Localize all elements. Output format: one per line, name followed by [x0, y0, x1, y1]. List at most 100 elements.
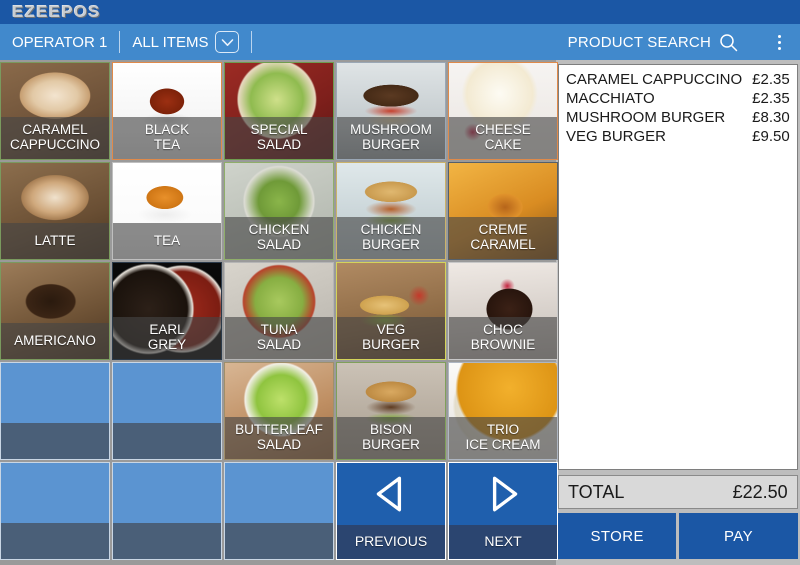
arrow-left-icon: [337, 463, 445, 525]
pos-application: EZEEPOS OPERATOR 1 ALL ITEMS PRODUCT SEA…: [0, 0, 800, 565]
tile-label-line2: GREY: [147, 337, 187, 352]
tile-label-line1: TEA: [153, 232, 181, 248]
tile-label: [113, 423, 221, 459]
product-tile-mushroom[interactable]: MUSHROOM BURGER: [336, 62, 446, 160]
product-tile-trio[interactable]: TRIO ICE CREAM: [448, 362, 558, 460]
search-icon[interactable]: [719, 33, 738, 52]
tile-label: TUNA SALAD: [225, 317, 333, 359]
tile-label-line2: SALAD: [256, 137, 302, 152]
product-tile-caramel[interactable]: CARAMEL CAPPUCCINO: [0, 62, 110, 160]
tile-label-line2: BURGER: [362, 437, 420, 452]
tile-label: CHICKEN SALAD: [225, 217, 333, 259]
tile-label-line1: VEG: [376, 322, 406, 337]
chevron-down-icon[interactable]: [215, 31, 240, 53]
pay-button[interactable]: PAY: [679, 513, 798, 559]
tile-label-line1: TRIO: [486, 422, 520, 437]
tile-label-line1: CHEESE: [475, 122, 531, 137]
operator-selector[interactable]: OPERATOR 1: [0, 34, 119, 51]
app-logo: EZEEPOS: [12, 2, 101, 21]
tile-label-line1: AMERICANO: [14, 332, 96, 348]
empty-tile: [0, 462, 110, 560]
order-item-name: VEG BURGER: [566, 128, 667, 145]
tile-label-line2: ICE CREAM: [465, 437, 541, 452]
tile-label: LATTE: [1, 223, 109, 259]
empty-tile: [112, 362, 222, 460]
tile-label-line2: CAPPUCCINO: [9, 137, 100, 152]
empty-tile: [0, 362, 110, 460]
action-buttons: STORE PAY: [558, 513, 798, 559]
tile-label-line1: CHICKEN: [360, 222, 422, 237]
tile-label-line1: CREME: [478, 222, 528, 237]
tile-label-line2: CAKE: [484, 137, 522, 152]
tile-label: TEA: [113, 223, 221, 259]
receipt-panel: CARAMEL CAPPUCCINO £2.35 MACCHIATO £2.35 MUS…: [556, 60, 800, 565]
tile-label-line1: EARL: [149, 322, 185, 337]
total-label: TOTAL: [568, 481, 625, 502]
order-line-item[interactable]: MACCHIATO £2.35: [566, 89, 790, 108]
tile-label-line2: SALAD: [256, 237, 302, 252]
tile-label-line2: CARAMEL: [470, 237, 536, 252]
product-tile-black[interactable]: BLACK TEA: [112, 62, 222, 160]
next-page-button[interactable]: NEXT: [448, 462, 558, 560]
tile-label: AMERICANO: [1, 323, 109, 359]
product-tile-tuna[interactable]: TUNA SALAD: [224, 262, 334, 360]
product-tile-earl[interactable]: EARL GREY: [112, 262, 222, 360]
product-tile-latte[interactable]: LATTE: [0, 162, 110, 260]
tile-label-line2: SALAD: [256, 437, 302, 452]
tile-label: BUTTERLEAF SALAD: [225, 417, 333, 459]
toolbar-right-group: PRODUCT SEARCH: [556, 24, 800, 60]
order-line-item[interactable]: CARAMEL CAPPUCCINO £2.35: [566, 70, 790, 89]
tile-label: CHICKEN BURGER: [337, 217, 445, 259]
tile-label-line1: PREVIOUS: [354, 533, 428, 549]
category-selector[interactable]: ALL ITEMS: [120, 31, 251, 53]
tile-label: [225, 523, 333, 559]
tile-label: NEXT: [449, 525, 557, 559]
tile-label: [1, 423, 109, 459]
empty-tile: [112, 462, 222, 560]
product-tile-special[interactable]: SPECIAL SALAD: [224, 62, 334, 160]
tile-label: CHOC BROWNIE: [449, 317, 557, 359]
tile-label-line2: SALAD: [256, 337, 302, 352]
tile-label-line1: LATTE: [34, 232, 76, 248]
tile-label-line1: CHOC: [483, 322, 523, 337]
tile-label: BISON BURGER: [337, 417, 445, 459]
tile-label-line1: MUSHROOM: [350, 122, 432, 137]
order-item-price: £9.50: [752, 128, 790, 145]
product-search-label: PRODUCT SEARCH: [567, 33, 711, 51]
tile-label-line1: CARAMEL: [22, 122, 88, 137]
product-search-button[interactable]: PRODUCT SEARCH: [556, 33, 750, 52]
product-grid: CARAMEL CAPPUCCINO BLACK TEA SPECIAL SALAD MUS…: [0, 62, 558, 560]
product-tile-cheese[interactable]: CHEESE CAKE: [448, 62, 558, 160]
store-button[interactable]: STORE: [558, 513, 677, 559]
order-item-name: MACCHIATO: [566, 90, 655, 107]
order-line-item[interactable]: MUSHROOM BURGER £8.30: [566, 108, 790, 127]
order-item-price: £8.30: [752, 109, 790, 126]
tile-label: SPECIAL SALAD: [225, 117, 333, 159]
product-tile-tea[interactable]: TEA: [112, 162, 222, 260]
product-tile-americano[interactable]: AMERICANO: [0, 262, 110, 360]
main-body: CARAMEL CAPPUCCINO BLACK TEA SPECIAL SALAD MUS…: [0, 60, 800, 565]
tile-label: [113, 523, 221, 559]
tile-label-line1: CHICKEN: [248, 222, 310, 237]
product-tile-veg[interactable]: VEG BURGER: [336, 262, 446, 360]
tile-label-line2: TEA: [153, 137, 181, 152]
product-tile-bison[interactable]: BISON BURGER: [336, 362, 446, 460]
previous-page-button[interactable]: PREVIOUS: [336, 462, 446, 560]
tile-label-line2: BURGER: [362, 137, 420, 152]
tile-label-line2: BROWNIE: [470, 337, 536, 352]
tile-label: EARL GREY: [113, 317, 221, 359]
kebab-menu-icon[interactable]: [764, 34, 794, 50]
product-tile-choc[interactable]: CHOC BROWNIE: [448, 262, 558, 360]
product-tile-chicken[interactable]: CHICKEN SALAD: [224, 162, 334, 260]
category-label: ALL ITEMS: [132, 33, 209, 51]
order-line-item[interactable]: VEG BURGER £9.50: [566, 127, 790, 146]
order-item-list[interactable]: CARAMEL CAPPUCCINO £2.35 MACCHIATO £2.35 MUS…: [558, 64, 798, 470]
tile-label-line1: BLACK: [144, 122, 190, 137]
tile-label-line1: TUNA: [260, 322, 298, 337]
product-tile-butterleaf[interactable]: BUTTERLEAF SALAD: [224, 362, 334, 460]
product-tile-creme[interactable]: CREME CARAMEL: [448, 162, 558, 260]
tile-label-line2: BURGER: [362, 337, 420, 352]
arrow-right-icon: [449, 463, 557, 525]
tile-label: CREME CARAMEL: [449, 217, 557, 259]
product-tile-chicken[interactable]: CHICKEN BURGER: [336, 162, 446, 260]
